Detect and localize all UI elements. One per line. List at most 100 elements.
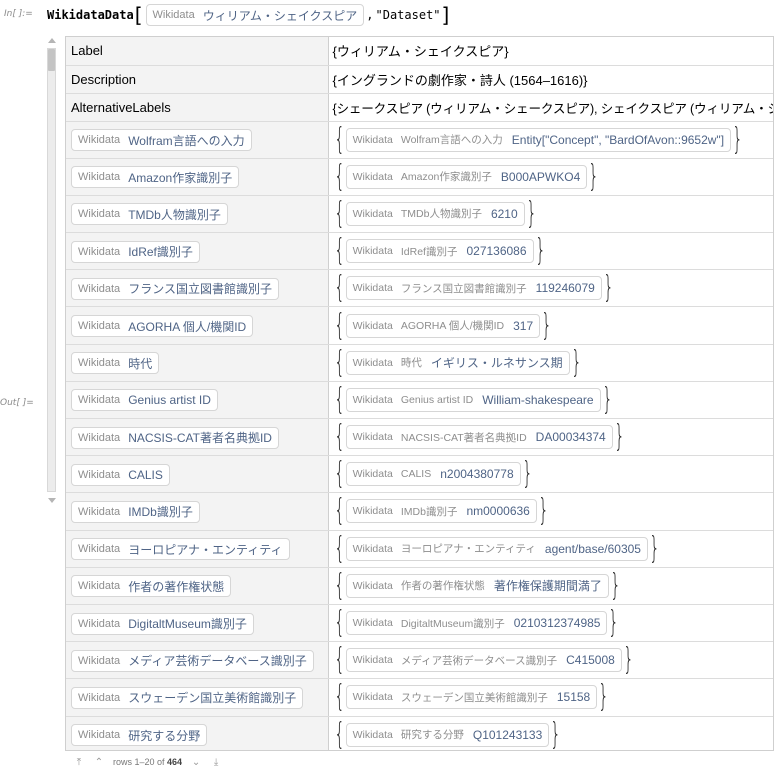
scroll-track[interactable] — [47, 48, 56, 492]
input-expression[interactable]: WikidataData [ Wikidata ウィリアム・シェイクスピア , … — [47, 4, 450, 26]
row-key[interactable]: Label — [66, 37, 329, 66]
property-pill[interactable]: Wikidata DigitaltMuseum識別子 — [71, 612, 254, 635]
value-pill[interactable]: Wikidata TMDb人物識別子 6210 — [345, 201, 525, 226]
property-pill[interactable]: Wikidata NACSIS-CAT著者名典拠ID — [71, 426, 279, 449]
value-property: スウェーデン国立美術館識別子 — [400, 691, 548, 704]
value-source: Wikidata — [352, 319, 393, 332]
row-key: Wikidata CALIS — [66, 455, 329, 494]
property-pill[interactable]: Wikidata 時代 — [71, 352, 160, 375]
value-source: Wikidata — [352, 468, 393, 481]
open-brace: { — [333, 530, 345, 566]
row-value: {Wikidata TMDb人物識別子 6210} — [328, 195, 773, 234]
value-source: Wikidata — [352, 245, 393, 258]
value-pill[interactable]: Wikidata CALIS n2004380778 — [345, 462, 521, 487]
value-pill[interactable]: Wikidata NACSIS-CAT著者名典拠ID DA00034374 — [345, 425, 613, 450]
table-row: Description {イングランドの劇作家・詩人 (1564–1616)} — [66, 65, 773, 94]
value-source: Wikidata — [352, 133, 393, 146]
table-row: Wikidata 作者の著作権状態 {Wikidata 作者の著作権状態 著作権保護期間… — [66, 567, 773, 605]
value-pill[interactable]: Wikidata フランス国立図書館識別子 119246079 — [345, 276, 602, 301]
rows-total: 464 — [167, 757, 183, 767]
open-brace: { — [333, 195, 345, 231]
row-value: {Wikidata DigitaltMuseum識別子 0210312374985} — [328, 604, 773, 643]
property-source: Wikidata — [78, 729, 121, 742]
next-page-icon[interactable]: ⌄ — [188, 755, 204, 769]
property-pill[interactable]: Wikidata TMDb人物識別子 — [71, 203, 228, 226]
value-pill[interactable]: Wikidata 研究する分野 Q101243133 — [345, 722, 550, 747]
row-value[interactable]: {ウィリアム・シェイクスピア} — [328, 37, 773, 66]
value-source: Wikidata — [352, 282, 393, 295]
value-text: n2004380778 — [440, 467, 514, 482]
row-value: {Wikidata 研究する分野 Q101243133} — [328, 716, 773, 750]
scroll-up-icon[interactable] — [47, 36, 57, 46]
rows-indicator: rows 1–20 of 464 — [113, 757, 182, 767]
property-name: 作者の著作権状態 — [128, 579, 225, 594]
value-text: C415008 — [566, 653, 615, 668]
table-row: Wikidata ヨーロピアナ・エンティティ {Wikidata ヨーロピアナ・エンテ… — [66, 530, 773, 568]
open-bracket: [ — [134, 3, 143, 27]
row-value[interactable]: {シェークスピア (ウィリアム・シェークスピア), シェイクスピア (ウィリアム… — [328, 93, 773, 122]
value-pill[interactable]: Wikidata Wolfram言語への入力 Entity["Concept", "… — [345, 127, 732, 152]
property-pill[interactable]: Wikidata メディア芸術データベース識別子 — [71, 649, 314, 672]
row-key[interactable]: AlternativeLabels — [66, 93, 329, 122]
table-row: Wikidata スウェーデン国立美術館識別子 {Wikidata スウェーデン国立美… — [66, 678, 773, 717]
close-brace: } — [588, 158, 600, 194]
property-pill[interactable]: Wikidata 作者の著作権状態 — [71, 575, 232, 598]
close-brace: } — [570, 344, 582, 380]
property-pill[interactable]: Wikidata 研究する分野 — [71, 724, 208, 747]
value-pill[interactable]: Wikidata メディア芸術データベース識別子 C415008 — [345, 648, 622, 673]
open-brace: { — [333, 270, 345, 306]
value-pill[interactable]: Wikidata Genius artist ID William-shakespe… — [345, 387, 601, 412]
value-property: Wolfram言語への入力 — [400, 134, 503, 147]
row-key: Wikidata Genius artist ID — [66, 381, 329, 420]
property-pill[interactable]: Wikidata Wolfram言語への入力 — [71, 129, 252, 152]
row-value[interactable]: {イングランドの劇作家・詩人 (1564–1616)} — [328, 65, 773, 94]
value-pill[interactable]: Wikidata スウェーデン国立美術館識別子 15158 — [345, 685, 598, 710]
value-property: IdRef識別子 — [400, 245, 458, 258]
property-source: Wikidata — [78, 208, 121, 221]
table-row: Wikidata TMDb人物識別子 {Wikidata TMDb人物識別子 6210} — [66, 195, 773, 234]
first-page-icon[interactable]: ⤒ — [71, 755, 87, 769]
value-pill[interactable]: Wikidata IMDb識別子 nm0000636 — [345, 499, 537, 524]
row-value: {Wikidata Wolfram言語への入力 Entity["Concept", … — [328, 121, 773, 159]
property-name: 研究する分野 — [128, 728, 201, 743]
value-text: Entity["Concept", "BardOfAvon::9652w"] — [511, 132, 725, 147]
last-page-icon[interactable]: ⤓ — [208, 755, 224, 769]
property-pill[interactable]: Wikidata CALIS — [71, 463, 170, 486]
value-property: DigitaltMuseum識別子 — [400, 617, 505, 630]
property-name: NACSIS-CAT著者名典拠ID — [128, 431, 272, 446]
open-brace: { — [333, 419, 345, 455]
close-brace: } — [538, 493, 549, 529]
value-pill[interactable]: Wikidata ヨーロピアナ・エンティティ agent/base/60305 — [345, 536, 648, 561]
value-pill[interactable]: Wikidata AGORHA 個人/機関ID 317 — [345, 313, 541, 338]
value-pill[interactable]: Wikidata DigitaltMuseum識別子 0210312374985 — [345, 611, 608, 636]
row-value: {Wikidata 作者の著作権状態 著作権保護期間満了} — [328, 567, 773, 605]
open-brace: { — [333, 158, 345, 194]
close-brace: } — [608, 605, 620, 641]
property-pill[interactable]: Wikidata フランス国立図書館識別子 — [71, 277, 279, 300]
property-pill[interactable]: Wikidata AGORHA 個人/機関ID — [71, 315, 254, 338]
value-pill[interactable]: Wikidata Amazon作家識別子 B000APWKO4 — [345, 164, 588, 189]
value-pill[interactable]: Wikidata 作者の著作権状態 著作権保護期間満了 — [345, 573, 609, 598]
property-pill[interactable]: Wikidata IMDb識別子 — [71, 500, 200, 523]
scroll-thumb[interactable] — [48, 49, 55, 71]
entity-argument[interactable]: Wikidata ウィリアム・シェイクスピア — [145, 4, 365, 26]
row-key: Wikidata NACSIS-CAT著者名典拠ID — [66, 418, 329, 457]
close-brace: } — [610, 567, 621, 603]
row-key: Wikidata TMDb人物識別子 — [66, 195, 329, 234]
property-pill[interactable]: Wikidata ヨーロピアナ・エンティティ — [71, 538, 290, 561]
value-pill[interactable]: Wikidata 時代 イギリス・ルネサンス期 — [345, 350, 570, 375]
scroll-down-icon[interactable] — [47, 496, 57, 506]
vertical-scrollbar[interactable] — [46, 36, 57, 506]
property-pill[interactable]: Wikidata Genius artist ID — [71, 389, 218, 412]
rows-range: rows 1–20 of — [113, 757, 165, 767]
property-name: 時代 — [128, 356, 153, 371]
property-pill[interactable]: Wikidata Amazon作家識別子 — [71, 166, 240, 189]
value-pill[interactable]: Wikidata IdRef識別子 027136086 — [345, 239, 534, 264]
row-key[interactable]: Description — [66, 65, 329, 94]
previous-page-icon[interactable]: ⌃ — [91, 755, 107, 769]
value-property: 時代 — [400, 357, 422, 370]
property-pill[interactable]: Wikidata IdRef識別子 — [71, 240, 200, 263]
input-label: In[ ]:= — [4, 9, 33, 19]
property-pill[interactable]: Wikidata スウェーデン国立美術館識別子 — [71, 686, 304, 709]
open-brace: { — [333, 642, 345, 678]
